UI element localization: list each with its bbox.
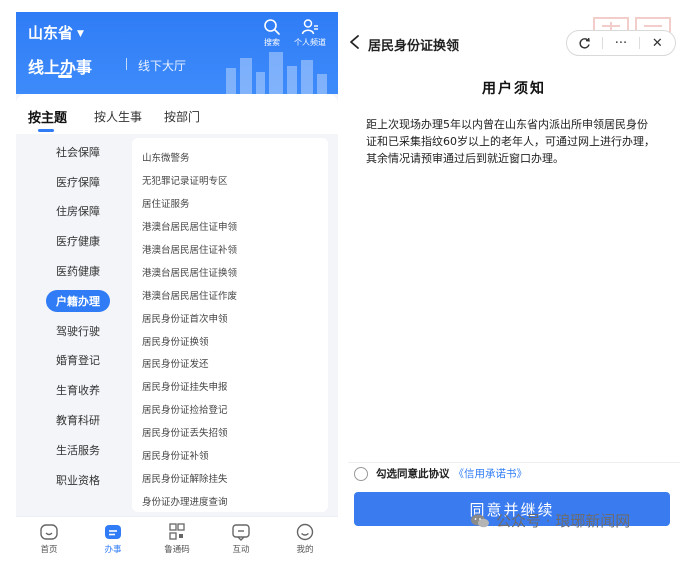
more-button[interactable]: ··· — [603, 31, 638, 55]
watermark-text: 公众号 · 琅琊新闻网 — [496, 512, 631, 530]
service-item[interactable]: 居民身份证捡拾登记 — [132, 398, 328, 421]
tab-by-topic[interactable]: 按主题 — [28, 107, 67, 126]
mini-program-capsule: ··· ✕ — [566, 30, 676, 56]
nav-home[interactable]: 首页 — [24, 523, 74, 555]
category-label: 医药健康 — [56, 265, 100, 279]
service-item[interactable]: 居民身份证换领 — [132, 329, 328, 352]
category-label: 住房保障 — [56, 205, 100, 219]
category-item-active[interactable]: 户籍办理 — [32, 286, 124, 316]
tab-by-department[interactable]: 按部门 — [164, 108, 200, 125]
credit-commitment-link[interactable]: 《信用承诺书》 — [454, 466, 528, 481]
page-title: 居民身份证换领 — [368, 39, 460, 54]
notice-body: 距上次现场办理5年以内曾在山东省内派出所申领居民身份证和已采集指纹60岁以上的老… — [366, 118, 655, 165]
service-item[interactable]: 港澳台居民居住证作废 — [132, 283, 328, 306]
search-label: 搜索 — [264, 38, 280, 47]
category-label: 户籍办理 — [46, 289, 110, 312]
province-label: 山东省 — [28, 24, 74, 42]
nav-mine-label: 我的 — [296, 545, 314, 555]
wechat-icon — [471, 514, 489, 527]
topic-category-list: 社会保障 医疗保障 住房保障 医疗健康 医药健康 户籍办理 驾驶行驶 婚育登记 … — [32, 137, 124, 495]
service-item[interactable]: 居民身份证挂失申报 — [132, 375, 328, 398]
category-label: 驾驶行驶 — [56, 324, 100, 338]
nav-services-label: 办事 — [104, 545, 122, 555]
service-list: 山东微警务 无犯罪记录证明专区 居住证服务 港澳台居民居住证申领 港澳台居民居住… — [132, 138, 328, 512]
category-label: 社会保障 — [56, 145, 100, 159]
service-item[interactable]: 港澳台居民居住证补领 — [132, 238, 328, 261]
tab-indicator — [38, 129, 54, 132]
nav-mine[interactable]: 我的 — [280, 523, 330, 555]
province-selector[interactable]: 山东省 ▼ — [28, 22, 84, 43]
more-icon: ··· — [614, 35, 628, 51]
refresh-icon — [579, 37, 590, 48]
service-item[interactable]: 港澳台居民居住证申领 — [132, 215, 328, 238]
category-item[interactable]: 生活服务 — [32, 435, 124, 465]
category-label: 教育科研 — [56, 414, 100, 428]
hero-divider — [126, 58, 127, 70]
close-button[interactable]: ✕ — [640, 31, 675, 55]
watermark: 公众号 · 琅琊新闻网 — [470, 510, 630, 531]
left-phone-screen: 山东省 ▼ 搜索 个人频道 线上办事 线下大厅 按主题 按人生事 按部门 社会保… — [16, 12, 338, 562]
service-item[interactable]: 居住证服务 — [132, 192, 328, 215]
agree-radio[interactable] — [354, 466, 368, 481]
category-item[interactable]: 医疗健康 — [32, 226, 124, 256]
nav-interact[interactable]: 互动 — [216, 523, 266, 555]
service-item[interactable]: 港澳台居民居住证换领 — [132, 260, 328, 283]
service-item[interactable]: 居民身份证首次申领 — [132, 306, 328, 329]
right-phone-screen: 居民身份证换领 ··· ✕ 用户须知 距上次现场办理5年以内曾在山东省内派出所申… — [348, 12, 680, 562]
person-icon — [301, 19, 318, 35]
category-item[interactable]: 教育科研 — [32, 405, 124, 435]
refresh-button[interactable] — [567, 31, 602, 55]
city-skyline-icon — [226, 52, 327, 94]
chat-icon — [232, 524, 250, 541]
category-label: 职业资格 — [56, 473, 100, 487]
category-item[interactable]: 医药健康 — [32, 256, 124, 286]
category-item[interactable]: 住房保障 — [32, 197, 124, 227]
back-icon[interactable] — [348, 34, 362, 50]
offline-hall-tab[interactable]: 线下大厅 — [138, 57, 186, 74]
close-icon: ✕ — [651, 35, 663, 51]
service-item[interactable]: 身份证办理进度查询 — [132, 489, 328, 512]
category-label: 医疗健康 — [56, 235, 100, 249]
notice-title: 用户须知 — [482, 81, 546, 97]
category-item[interactable]: 生育收养 — [32, 375, 124, 405]
bottom-navigation: 首页 办事 鲁通码 互动 我的 — [16, 516, 338, 562]
qr-code-icon — [169, 523, 185, 540]
header-banner: 山东省 ▼ 搜索 个人频道 线上办事 线下大厅 — [16, 12, 338, 94]
service-item[interactable]: 居民身份证补领 — [132, 444, 328, 467]
category-item[interactable]: 驾驶行驶 — [32, 316, 124, 346]
user-icon — [296, 523, 314, 541]
category-label: 生育收养 — [56, 384, 100, 398]
service-item[interactable]: 居民身份证丢失招领 — [132, 421, 328, 444]
category-item[interactable]: 社会保障 — [32, 137, 124, 167]
search-button[interactable]: 搜索 — [252, 18, 292, 48]
category-item[interactable]: 职业资格 — [32, 465, 124, 495]
category-item[interactable]: 婚育登记 — [32, 346, 124, 376]
search-icon — [264, 19, 280, 35]
personal-channel-label: 个人频道 — [294, 38, 326, 47]
nav-home-label: 首页 — [40, 545, 58, 555]
category-tabs: 按主题 按人生事 按部门 — [16, 94, 338, 134]
service-item[interactable]: 山东微警务 — [132, 146, 328, 169]
nav-interact-label: 互动 — [232, 545, 250, 555]
category-label: 婚育登记 — [56, 354, 100, 368]
agreement-row: 勾选同意此协议 《信用承诺书》 — [354, 466, 527, 481]
nav-qr-code[interactable]: 鲁通码 — [152, 523, 202, 555]
service-item[interactable]: 居民身份证解除挂失 — [132, 466, 328, 489]
nav-qr-code-label: 鲁通码 — [164, 545, 190, 555]
category-item[interactable]: 医疗保障 — [32, 167, 124, 197]
category-label: 医疗保障 — [56, 175, 100, 189]
briefcase-icon — [105, 525, 121, 539]
home-icon — [40, 524, 58, 540]
personal-channel-button[interactable]: 个人频道 — [290, 18, 330, 48]
hero-tab-indicator — [58, 75, 72, 78]
caret-down-icon: ▼ — [77, 29, 84, 39]
nav-services[interactable]: 办事 — [88, 523, 138, 555]
agree-label: 勾选同意此协议 — [376, 468, 450, 480]
category-label: 生活服务 — [56, 443, 100, 457]
tab-by-life-event[interactable]: 按人生事 — [94, 108, 142, 125]
divider — [348, 462, 680, 463]
service-item[interactable]: 无犯罪记录证明专区 — [132, 169, 328, 192]
service-item[interactable]: 居民身份证发还 — [132, 352, 328, 375]
